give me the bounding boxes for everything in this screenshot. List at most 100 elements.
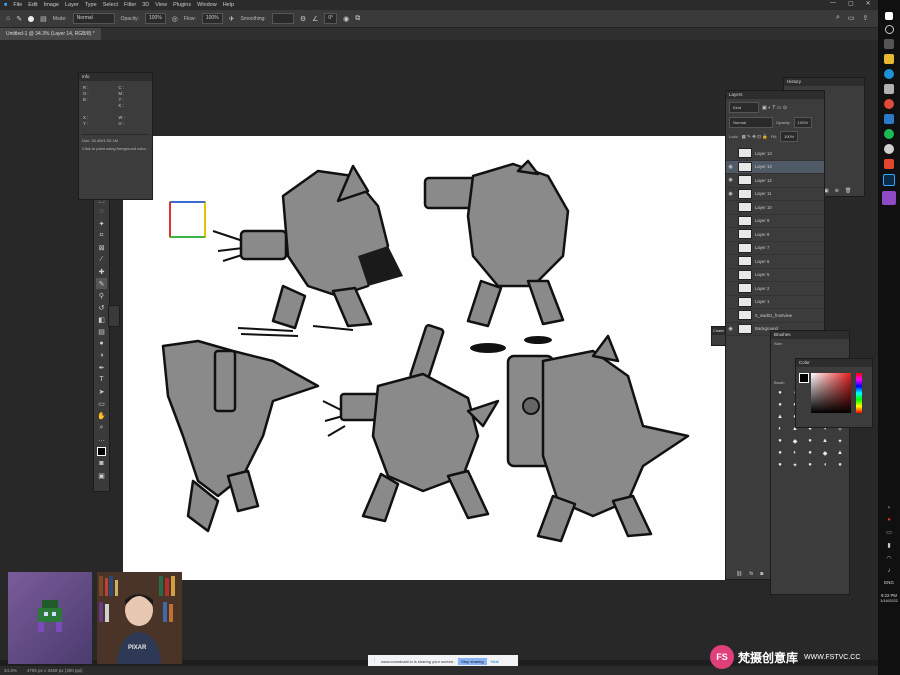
layer-row[interactable]: Layer 13 xyxy=(726,147,824,161)
path-select-tool-icon[interactable]: ➤ xyxy=(96,386,107,397)
tray-net-icon[interactable]: ▭ xyxy=(878,529,900,536)
layer-row[interactable]: Layer 8 xyxy=(726,228,824,242)
flow-field[interactable]: 100% xyxy=(201,13,223,24)
task-view-icon[interactable] xyxy=(884,39,894,49)
layer-opacity-field[interactable]: 100% xyxy=(793,117,812,128)
brush-group-label[interactable]: Brush xyxy=(774,380,784,385)
quick-mask-icon[interactable]: ◙ xyxy=(96,458,107,469)
windows-start-icon[interactable] xyxy=(885,12,893,20)
layer-row[interactable]: Layer 6 xyxy=(726,255,824,269)
canvas[interactable] xyxy=(123,136,725,580)
layer-row[interactable]: Layer 1 xyxy=(726,296,824,309)
search-icon[interactable]: ⌕ xyxy=(836,14,840,22)
brush-tool-icon[interactable]: ✎ xyxy=(96,278,107,289)
keyboard-lang[interactable]: ENG xyxy=(878,580,900,585)
gradient-tool-icon[interactable]: ▤ xyxy=(96,326,107,337)
store-icon[interactable] xyxy=(884,114,894,124)
layer-row[interactable]: Layer 5 xyxy=(726,269,824,282)
share-icon[interactable]: ⇪ xyxy=(863,14,869,22)
volume-icon[interactable]: ♪ xyxy=(878,568,900,574)
document-tab[interactable]: Untitled-1 @ 34.3% (Layer 14, RGB/8) * xyxy=(0,28,101,40)
fill-field[interactable]: 100% xyxy=(779,131,799,142)
brush-preset-icon[interactable]: ◖ xyxy=(819,462,831,471)
tool-flyout[interactable] xyxy=(108,305,120,327)
blur-tool-icon[interactable]: ● xyxy=(96,338,107,349)
dodge-tool-icon[interactable]: ◑ xyxy=(96,350,107,361)
share-drag-icon[interactable]: ⋮ xyxy=(372,658,377,664)
layer-style-icon[interactable]: fx xyxy=(749,571,753,577)
brush-preset-icon[interactable]: ● xyxy=(774,462,786,471)
hide-button[interactable]: Hide xyxy=(491,659,499,664)
brush-settings-icon[interactable]: ▤ xyxy=(40,15,47,23)
stop-sharing-button[interactable]: Stop sharing xyxy=(458,657,487,665)
layer-row[interactable]: Layer 9 xyxy=(726,215,824,228)
menu-3d[interactable]: 3D xyxy=(142,2,149,8)
brush-preset-icon[interactable]: ✦ xyxy=(834,438,846,447)
brush-preset-icon[interactable]: ● xyxy=(774,450,786,459)
visibility-eye-icon[interactable]: ◉ xyxy=(726,177,735,183)
eraser-tool-icon[interactable]: ◧ xyxy=(96,314,107,325)
hand-tool-icon[interactable]: ✋ xyxy=(96,410,107,421)
layer-row[interactable]: ◉ Layer 11 xyxy=(726,188,824,201)
frame-tool-icon[interactable]: ⊠ xyxy=(96,242,107,253)
layer-row[interactable]: ◉ Layer 14 xyxy=(726,160,824,174)
visibility-eye-icon[interactable]: ◉ xyxy=(726,326,735,332)
eyedropper-tool-icon[interactable]: ⁄ xyxy=(96,254,107,265)
color-field[interactable] xyxy=(811,373,851,413)
rectangle-tool-icon[interactable]: ▭ xyxy=(96,398,107,409)
office-icon[interactable] xyxy=(884,159,894,169)
menu-window[interactable]: Window xyxy=(197,2,217,8)
airbrush-icon[interactable]: ✈ xyxy=(229,15,235,23)
photos-icon[interactable] xyxy=(884,84,894,94)
type-tool-icon[interactable]: T xyxy=(96,374,107,385)
tray-chevron-icon[interactable]: ‹ xyxy=(878,505,900,511)
menu-select[interactable]: Select xyxy=(103,2,118,8)
history-delete-icon[interactable]: 🗑 xyxy=(845,188,851,194)
photoshop-taskbar-icon[interactable] xyxy=(883,174,895,186)
brush-preset-icon[interactable]: ◆ xyxy=(789,438,801,447)
brush-preset-icon[interactable]: ● xyxy=(834,462,846,471)
angle-field[interactable]: 0° xyxy=(324,13,338,24)
spotify-icon[interactable] xyxy=(884,129,894,139)
brush-preset-picker[interactable] xyxy=(28,15,35,22)
layer-row[interactable]: Layer 10 xyxy=(726,201,824,215)
menu-view[interactable]: View xyxy=(155,2,167,8)
crop-tool-icon[interactable]: ⌗ xyxy=(96,230,107,241)
pressure-opacity-icon[interactable]: ◎ xyxy=(172,15,178,23)
menu-image[interactable]: Image xyxy=(44,2,59,8)
fg-color-chip[interactable] xyxy=(799,373,809,383)
lock-icons[interactable]: ▦ ✎ ✥ ⊡ 🔒 xyxy=(742,134,768,140)
clone-stamp-tool-icon[interactable]: ⚲ xyxy=(96,290,107,301)
lasso-tool-icon[interactable]: ◌ xyxy=(96,206,107,217)
mode-select[interactable]: Normal xyxy=(72,13,115,24)
healing-tool-icon[interactable]: ✚ xyxy=(96,266,107,277)
hue-slider[interactable] xyxy=(856,373,862,413)
menu-file[interactable]: File xyxy=(13,2,22,8)
history-new-doc-icon[interactable]: ⊕ xyxy=(835,188,839,194)
clock-date[interactable]: 1/16/2022 xyxy=(878,598,900,603)
zoom-level[interactable]: 34.3% xyxy=(4,668,17,673)
visibility-eye-icon[interactable]: ◉ xyxy=(726,191,735,197)
brush-preset-icon[interactable]: ● xyxy=(774,390,786,399)
screen-mode-icon[interactable]: ▣ xyxy=(96,470,107,481)
brush-preset-icon[interactable]: ● xyxy=(804,450,816,459)
brush-preset-icon[interactable]: ● xyxy=(774,402,786,411)
zoom-tool-icon[interactable]: ⌕ xyxy=(96,422,107,433)
battery-icon[interactable]: ▮ xyxy=(878,542,900,549)
tray-app-icon[interactable]: ● xyxy=(878,517,900,523)
file-explorer-icon[interactable] xyxy=(884,54,894,64)
brush-tool-icon[interactable]: ✎ xyxy=(16,15,22,23)
smoothing-field[interactable] xyxy=(271,13,294,24)
link-layers-icon[interactable]: ⛓ xyxy=(736,571,742,577)
layers-panel-title[interactable]: Layers xyxy=(726,91,824,99)
app-icon[interactable] xyxy=(884,144,894,154)
menu-plugins[interactable]: Plugins xyxy=(173,2,191,8)
clip-studio-icon[interactable] xyxy=(882,191,896,205)
layer-filter-kind[interactable]: Kind xyxy=(729,102,759,113)
layer-mask-icon[interactable]: ◙ xyxy=(760,571,763,577)
layer-row[interactable]: ◉ Layer 12 xyxy=(726,174,824,188)
brushes-panel-title[interactable]: Brushes xyxy=(771,331,849,339)
blend-mode-select[interactable]: Normal xyxy=(729,117,773,128)
quick-select-tool-icon[interactable]: ✦ xyxy=(96,218,107,229)
pen-tool-icon[interactable]: ✒ xyxy=(96,362,107,373)
